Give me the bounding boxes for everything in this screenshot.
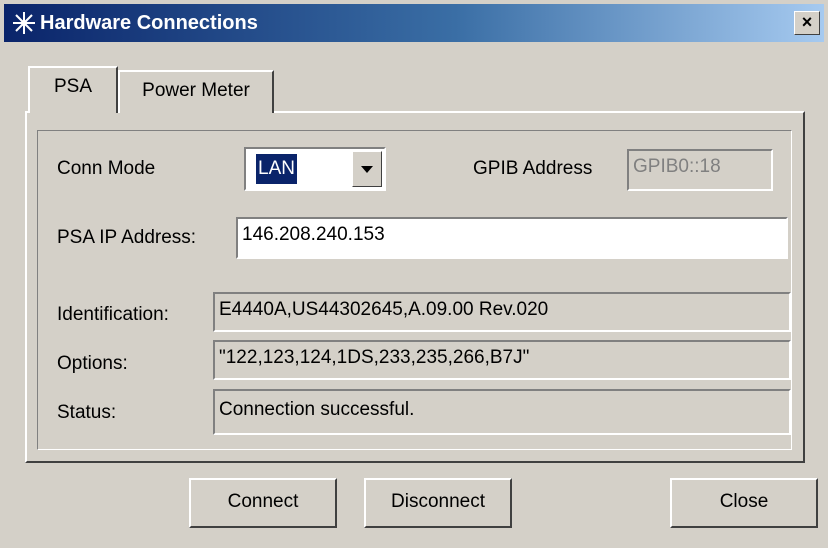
options-label: Options: bbox=[57, 353, 128, 374]
status-field: Connection successful. bbox=[213, 389, 791, 435]
conn-mode-label: Conn Mode bbox=[57, 158, 156, 179]
options-field: "122,123,124,1DS,233,235,266,B7J" bbox=[213, 340, 791, 380]
hardware-connections-dialog: Hardware Connections × PSA Power Meter C… bbox=[0, 0, 828, 548]
conn-mode-value: LAN bbox=[256, 154, 297, 184]
chevron-down-icon[interactable] bbox=[352, 151, 382, 187]
gpib-address-label: GPIB Address bbox=[473, 158, 593, 179]
tab-psa[interactable]: PSA bbox=[28, 66, 118, 113]
close-button[interactable]: Close bbox=[670, 478, 818, 528]
title-bar[interactable]: Hardware Connections × bbox=[4, 4, 824, 42]
connect-button[interactable]: Connect bbox=[189, 478, 337, 528]
identification-field: E4440A,US44302645,A.09.00 Rev.020 bbox=[213, 292, 791, 332]
identification-label: Identification: bbox=[57, 304, 169, 325]
conn-mode-select[interactable]: LAN bbox=[244, 147, 386, 191]
psa-ip-address-input[interactable]: 146.208.240.153 bbox=[236, 217, 788, 259]
agilent-spark-icon bbox=[13, 12, 35, 34]
close-window-button[interactable]: × bbox=[794, 11, 820, 35]
status-label: Status: bbox=[57, 402, 117, 423]
tab-power-meter[interactable]: Power Meter bbox=[118, 70, 274, 113]
disconnect-button[interactable]: Disconnect bbox=[364, 478, 512, 528]
psa-ip-label: PSA IP Address: bbox=[57, 227, 197, 248]
window-title: Hardware Connections bbox=[40, 12, 258, 34]
gpib-address-field[interactable]: GPIB0::18 bbox=[627, 149, 773, 191]
